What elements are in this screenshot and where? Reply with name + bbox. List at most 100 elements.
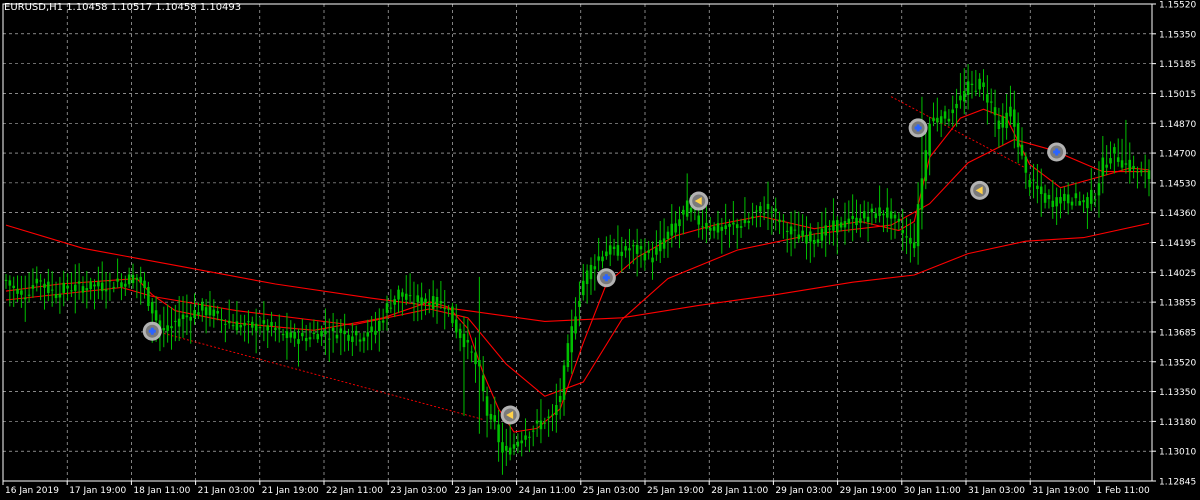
candle-body <box>93 284 96 287</box>
candle-body <box>481 375 485 392</box>
candle-body <box>1078 201 1081 206</box>
candle-body <box>104 289 108 292</box>
candle-body <box>585 270 589 285</box>
candle-body <box>124 283 127 287</box>
candle-body <box>647 250 650 253</box>
x-tick-label: 1 Feb 11:00 <box>1096 486 1150 496</box>
candle-body <box>393 299 396 305</box>
candle-body <box>47 281 50 294</box>
candle-body <box>304 337 308 342</box>
candle-body <box>682 209 685 215</box>
x-tick-label: 29 Jan 03:00 <box>775 486 832 496</box>
x-tick-label: 17 Jan 19:00 <box>69 486 126 496</box>
candle-body <box>512 444 516 449</box>
candle-body <box>212 309 216 316</box>
candle-body <box>770 211 774 214</box>
candle-body <box>470 351 473 353</box>
candle-body <box>658 240 662 252</box>
candle-body <box>281 334 285 336</box>
x-tick-label: 29 Jan 19:00 <box>840 486 897 496</box>
candle-body <box>451 306 454 324</box>
candle-body <box>974 90 978 92</box>
y-tick-label: 1.12845 <box>1159 478 1196 488</box>
y-tick-label: 1.14195 <box>1159 239 1196 249</box>
candle-body <box>628 248 631 251</box>
candle-body <box>266 325 269 331</box>
x-tick-label: 23 Jan 03:00 <box>390 486 447 496</box>
candle-body <box>181 314 185 320</box>
candle-body <box>39 280 42 282</box>
candle-body <box>531 430 535 432</box>
y-tick-label: 1.13350 <box>1159 388 1196 398</box>
candle-body <box>174 320 177 322</box>
candle-body <box>27 294 31 296</box>
candle-body <box>589 264 593 280</box>
candle-body <box>293 331 296 339</box>
buy-icon <box>1055 148 1059 156</box>
candle-body <box>231 325 235 327</box>
candle-body <box>520 440 523 444</box>
candle-body <box>466 339 470 343</box>
x-tick-label: 28 Jan 11:00 <box>711 486 768 496</box>
candle-body <box>797 234 801 240</box>
candle-body <box>362 337 366 342</box>
candle-body <box>1020 144 1024 156</box>
candle-body <box>916 204 920 247</box>
candle-body <box>401 292 404 297</box>
candle-body <box>1128 159 1132 172</box>
candle-body <box>959 95 962 101</box>
candle-body <box>316 334 319 340</box>
candle-body <box>535 420 539 424</box>
candle-body <box>562 365 566 400</box>
candle-body <box>177 318 181 327</box>
candle-body <box>1086 197 1089 209</box>
candle-body <box>605 251 608 257</box>
candle-body <box>274 327 277 331</box>
candle-body <box>778 219 781 223</box>
price-chart[interactable]: 1.15520 1.15350 1.15185 1.15015 1.14870 1.147… <box>0 0 1200 500</box>
candle-body <box>505 445 508 451</box>
x-tick-label: 16 Jan 2019 <box>5 486 59 496</box>
candle-body <box>193 310 196 318</box>
candle-body <box>162 328 166 331</box>
candle-body <box>185 315 189 318</box>
candle-body <box>724 225 727 229</box>
candle-body <box>381 320 385 323</box>
candle-body <box>674 223 677 233</box>
candle-body <box>689 207 693 213</box>
candle-body <box>258 327 262 329</box>
candle-body <box>474 352 477 365</box>
candle-body <box>782 220 785 222</box>
candle-body <box>524 435 527 440</box>
candle-body <box>89 281 92 290</box>
candle-body <box>928 123 931 156</box>
chart-background <box>0 0 1200 500</box>
candle-body <box>978 78 981 90</box>
candle-body <box>131 275 135 284</box>
candle-body <box>843 221 847 228</box>
candle-body <box>1036 185 1039 190</box>
y-tick-label: 1.14870 <box>1159 120 1196 130</box>
candle-body <box>1070 201 1074 206</box>
candle-body <box>150 302 154 314</box>
candle-body <box>655 247 658 255</box>
y-tick-label: 1.13685 <box>1159 328 1196 338</box>
candle-body <box>116 278 119 282</box>
candle-body <box>539 420 543 430</box>
candle-body <box>4 279 8 281</box>
x-tick-label: 22 Jan 11:00 <box>326 486 383 496</box>
candle-body <box>443 308 446 310</box>
candle-body <box>447 308 450 310</box>
y-tick-label: 1.15015 <box>1159 90 1196 100</box>
candle-body <box>370 326 373 333</box>
x-tick-label: 25 Jan 19:00 <box>647 486 704 496</box>
candle-body <box>939 116 943 124</box>
candle-body <box>243 322 246 326</box>
candle-body <box>593 266 597 270</box>
candle-body <box>986 94 989 103</box>
candle-body <box>909 237 912 244</box>
candle-body <box>397 289 400 300</box>
candle-body <box>335 334 339 339</box>
x-tick-label: 23 Jan 19:00 <box>454 486 511 496</box>
candle-body <box>50 289 54 291</box>
